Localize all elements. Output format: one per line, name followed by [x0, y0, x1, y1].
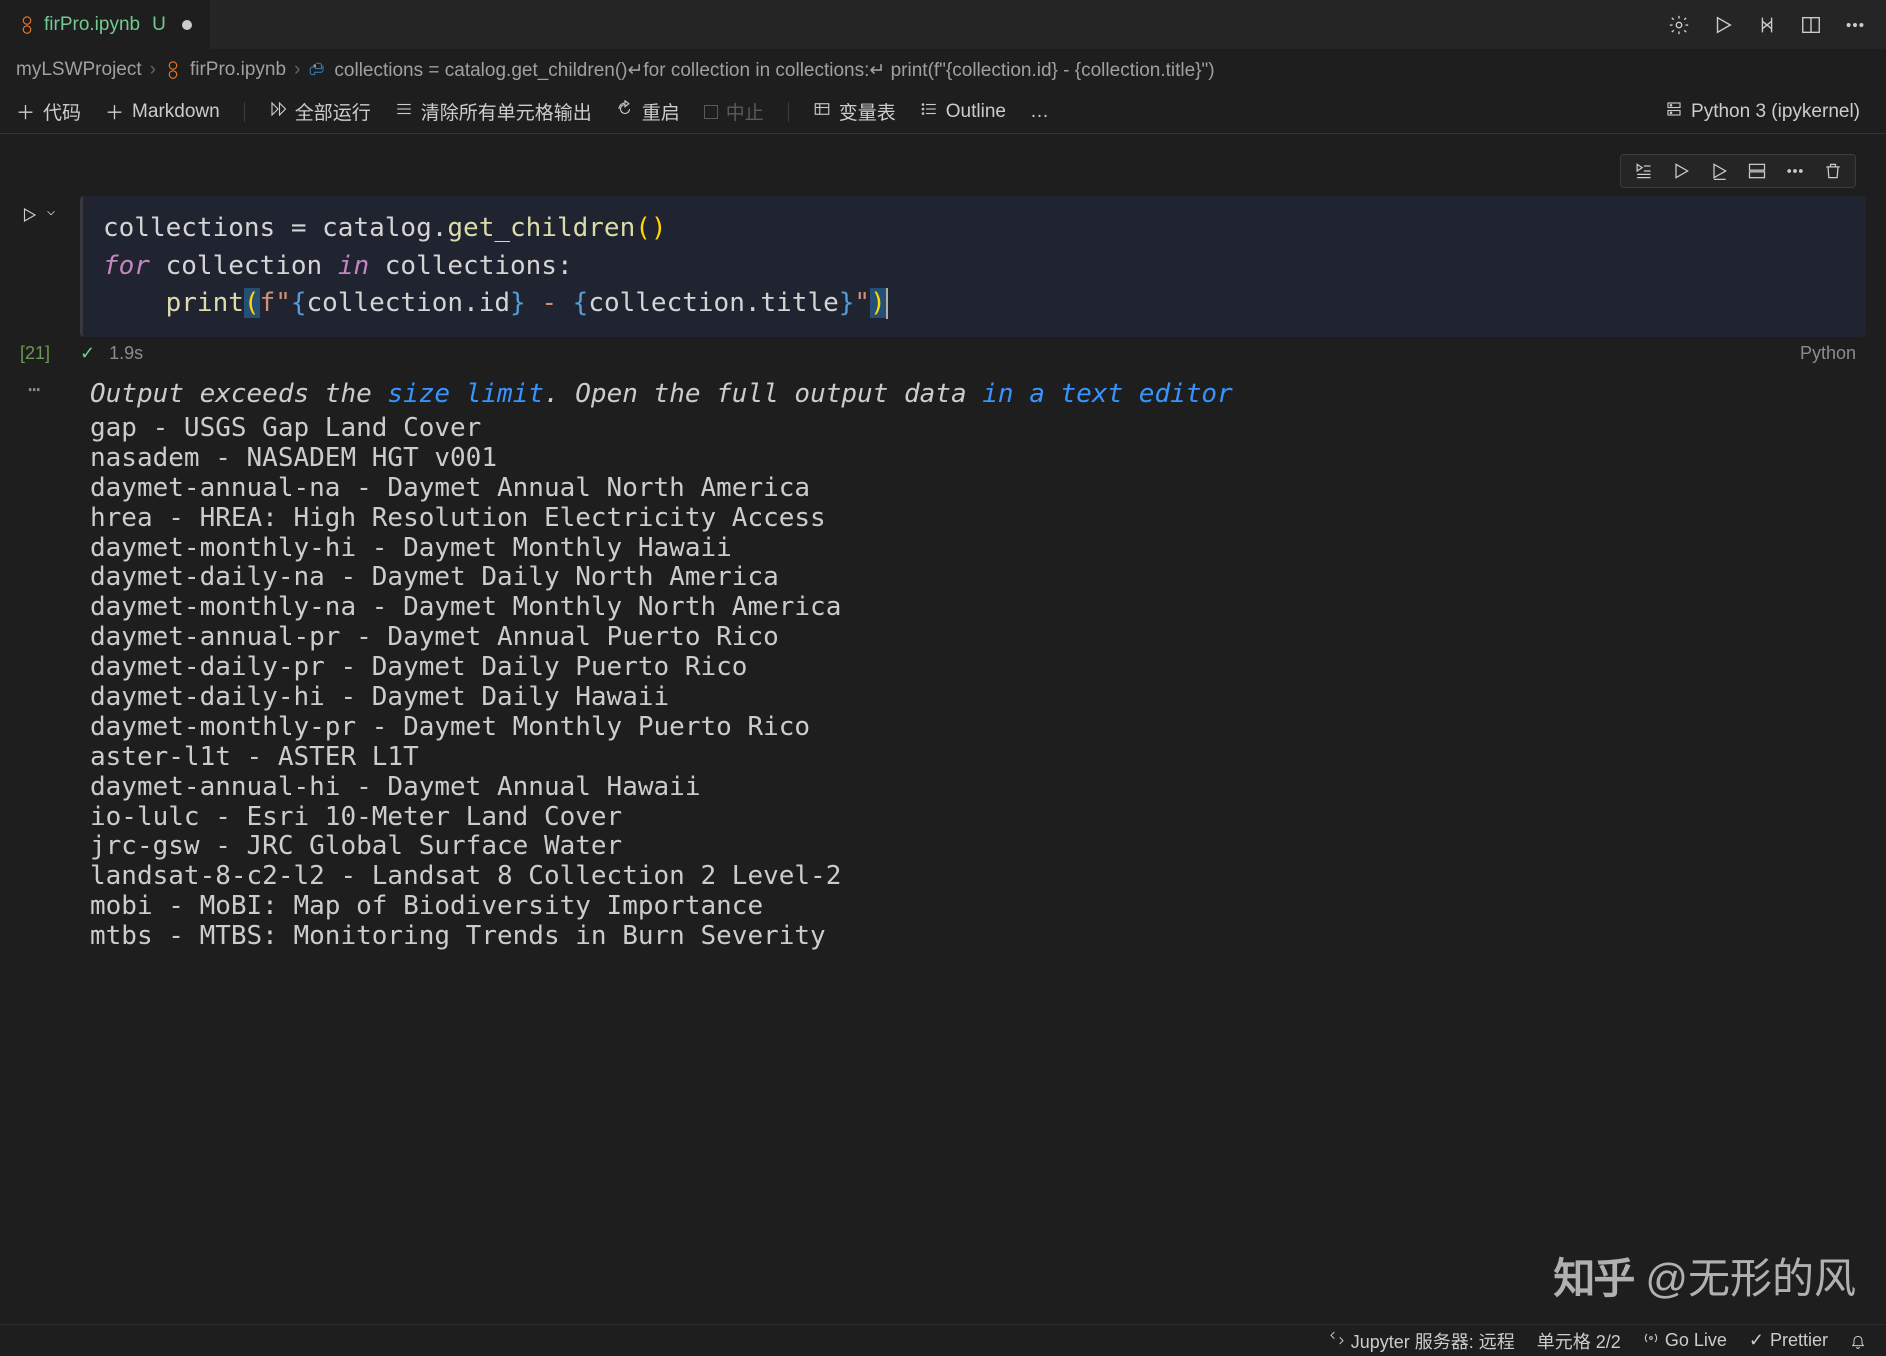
editor-actions — [1668, 14, 1886, 36]
plus-icon: ＋ — [105, 98, 124, 125]
clear-outputs-button[interactable]: 清除所有单元格输出 — [395, 98, 592, 125]
execution-count: [21] — [20, 343, 80, 364]
output-line: nasadem - NASADEM HGT v001 — [90, 444, 1856, 474]
delete-cell-icon[interactable] — [1823, 161, 1843, 181]
run-icon[interactable] — [1712, 14, 1734, 36]
execute-cell-icon[interactable] — [1671, 161, 1691, 181]
cell-gutter — [20, 196, 80, 337]
size-limit-link[interactable]: size limit — [387, 379, 544, 409]
add-code-button[interactable]: ＋ 代码 — [16, 98, 81, 125]
kernel-picker[interactable]: Python 3 (ipykernel) — [1665, 100, 1870, 124]
restart-button[interactable]: 重启 — [616, 98, 680, 125]
diff-icon[interactable] — [1756, 14, 1778, 36]
cell-area: collections = catalog.get_children() for… — [0, 134, 1886, 952]
run-all-button[interactable]: 全部运行 — [269, 98, 371, 125]
output-line: daymet-daily-na - Daymet Daily North Ame… — [90, 563, 1856, 593]
output-more-icon[interactable]: ⋯ — [28, 378, 42, 401]
cell-more-icon[interactable] — [1785, 161, 1805, 181]
output-line: daymet-annual-na - Daymet Annual North A… — [90, 474, 1856, 504]
settings-icon[interactable] — [1668, 14, 1690, 36]
chevron-right-icon: › — [294, 59, 300, 81]
split-cell-icon[interactable] — [1747, 161, 1767, 181]
breadcrumb-file[interactable]: firPro.ipynb — [190, 59, 286, 81]
code-editor[interactable]: collections = catalog.get_children() for… — [80, 196, 1866, 337]
stop-icon — [704, 105, 718, 119]
open-text-editor-link[interactable]: in a text editor — [982, 379, 1232, 409]
unsaved-dot-icon — [182, 20, 192, 30]
status-bar: Jupyter 服务器: 远程 单元格 2/2 Go Live ✓ Pretti… — [0, 1324, 1886, 1356]
toolbar-more-button[interactable]: … — [1030, 101, 1049, 123]
cell-language[interactable]: Python — [1800, 343, 1856, 364]
output-line: daymet-monthly-pr - Daymet Monthly Puert… — [90, 713, 1856, 743]
output-line: daymet-daily-hi - Daymet Daily Hawaii — [90, 683, 1856, 713]
success-check-icon: ✓ — [80, 343, 95, 364]
prettier-status[interactable]: ✓ Prettier — [1749, 1330, 1828, 1351]
output-line: hrea - HREA: High Resolution Electricity… — [90, 504, 1856, 534]
remote-icon — [1329, 1330, 1345, 1351]
execute-below-icon[interactable] — [1709, 161, 1729, 181]
divider — [788, 102, 789, 122]
execution-duration: 1.9s — [109, 343, 143, 364]
cell-output: ⋯ Output exceeds the size limit. Open th… — [0, 370, 1886, 952]
go-live-button[interactable]: Go Live — [1643, 1330, 1727, 1351]
add-markdown-button[interactable]: ＋ Markdown — [105, 98, 220, 125]
notebook-toolbar: ＋ 代码 ＋ Markdown 全部运行 清除所有单元格输出 重启 中止 变量表… — [0, 90, 1886, 134]
breadcrumb[interactable]: myLSWProject › firPro.ipynb › collection… — [0, 50, 1886, 90]
output-line: mtbs - MTBS: Monitoring Trends in Burn S… — [90, 922, 1856, 952]
output-line: daymet-daily-pr - Daymet Daily Puerto Ri… — [90, 653, 1856, 683]
run-by-line-icon[interactable] — [1633, 161, 1653, 181]
run-cell-button[interactable] — [20, 206, 38, 227]
output-line: daymet-annual-pr - Daymet Annual Puerto … — [90, 623, 1856, 653]
cell-toolbar — [0, 154, 1886, 188]
chevron-right-icon: › — [150, 59, 156, 81]
clear-icon — [395, 100, 413, 124]
tab-bar: firPro.ipynb U — [0, 0, 1886, 50]
run-all-icon — [269, 100, 287, 124]
outline-icon — [920, 100, 938, 124]
code-cell: collections = catalog.get_children() for… — [0, 196, 1886, 337]
output-line: io-lulc - Esri 10-Meter Land Cover — [90, 803, 1856, 833]
outline-button[interactable]: Outline — [920, 100, 1006, 124]
output-text[interactable]: gap - USGS Gap Land Covernasadem - NASAD… — [90, 414, 1856, 952]
tab-modified-marker: U — [152, 14, 166, 36]
variables-icon — [813, 100, 831, 124]
jupyter-icon — [164, 61, 182, 79]
jupyter-icon — [18, 16, 36, 34]
chevron-down-icon[interactable] — [44, 206, 58, 223]
more-icon[interactable] — [1844, 14, 1866, 36]
cell-meta: [21] ✓ 1.9s Python — [0, 337, 1886, 370]
breadcrumb-symbol[interactable]: collections = catalog.get_children()↵for… — [334, 59, 1214, 82]
output-line: daymet-monthly-hi - Daymet Monthly Hawai… — [90, 534, 1856, 564]
broadcast-icon — [1643, 1330, 1659, 1351]
watermark-author: @无形的风 — [1645, 1245, 1856, 1306]
output-line: mobi - MoBI: Map of Biodiversity Importa… — [90, 892, 1856, 922]
cell-position[interactable]: 单元格 2/2 — [1537, 1328, 1621, 1354]
check-icon: ✓ — [1749, 1330, 1764, 1351]
variables-button[interactable]: 变量表 — [813, 98, 896, 125]
server-icon — [1665, 100, 1683, 124]
python-icon — [308, 61, 326, 79]
output-line: gap - USGS Gap Land Cover — [90, 414, 1856, 444]
output-line: daymet-annual-hi - Daymet Annual Hawaii — [90, 773, 1856, 803]
divider — [244, 102, 245, 122]
watermark: 知乎 @无形的风 — [1553, 1245, 1856, 1306]
plus-icon: ＋ — [16, 98, 35, 125]
interrupt-button[interactable]: 中止 — [704, 98, 764, 125]
notifications-icon[interactable] — [1850, 1333, 1866, 1349]
restart-icon — [616, 100, 634, 124]
tab-filename: firPro.ipynb — [44, 14, 140, 36]
output-truncation-notice: Output exceeds the size limit. Open the … — [90, 380, 1856, 410]
split-icon[interactable] — [1800, 14, 1822, 36]
file-tab[interactable]: firPro.ipynb U — [0, 0, 210, 49]
output-line: aster-l1t - ASTER L1T — [90, 743, 1856, 773]
breadcrumb-project[interactable]: myLSWProject — [16, 59, 142, 81]
jupyter-server-status[interactable]: Jupyter 服务器: 远程 — [1329, 1328, 1515, 1354]
zhihu-logo: 知乎 — [1553, 1245, 1633, 1306]
output-line: landsat-8-c2-l2 - Landsat 8 Collection 2… — [90, 862, 1856, 892]
output-line: daymet-monthly-na - Daymet Monthly North… — [90, 593, 1856, 623]
output-line: jrc-gsw - JRC Global Surface Water — [90, 832, 1856, 862]
